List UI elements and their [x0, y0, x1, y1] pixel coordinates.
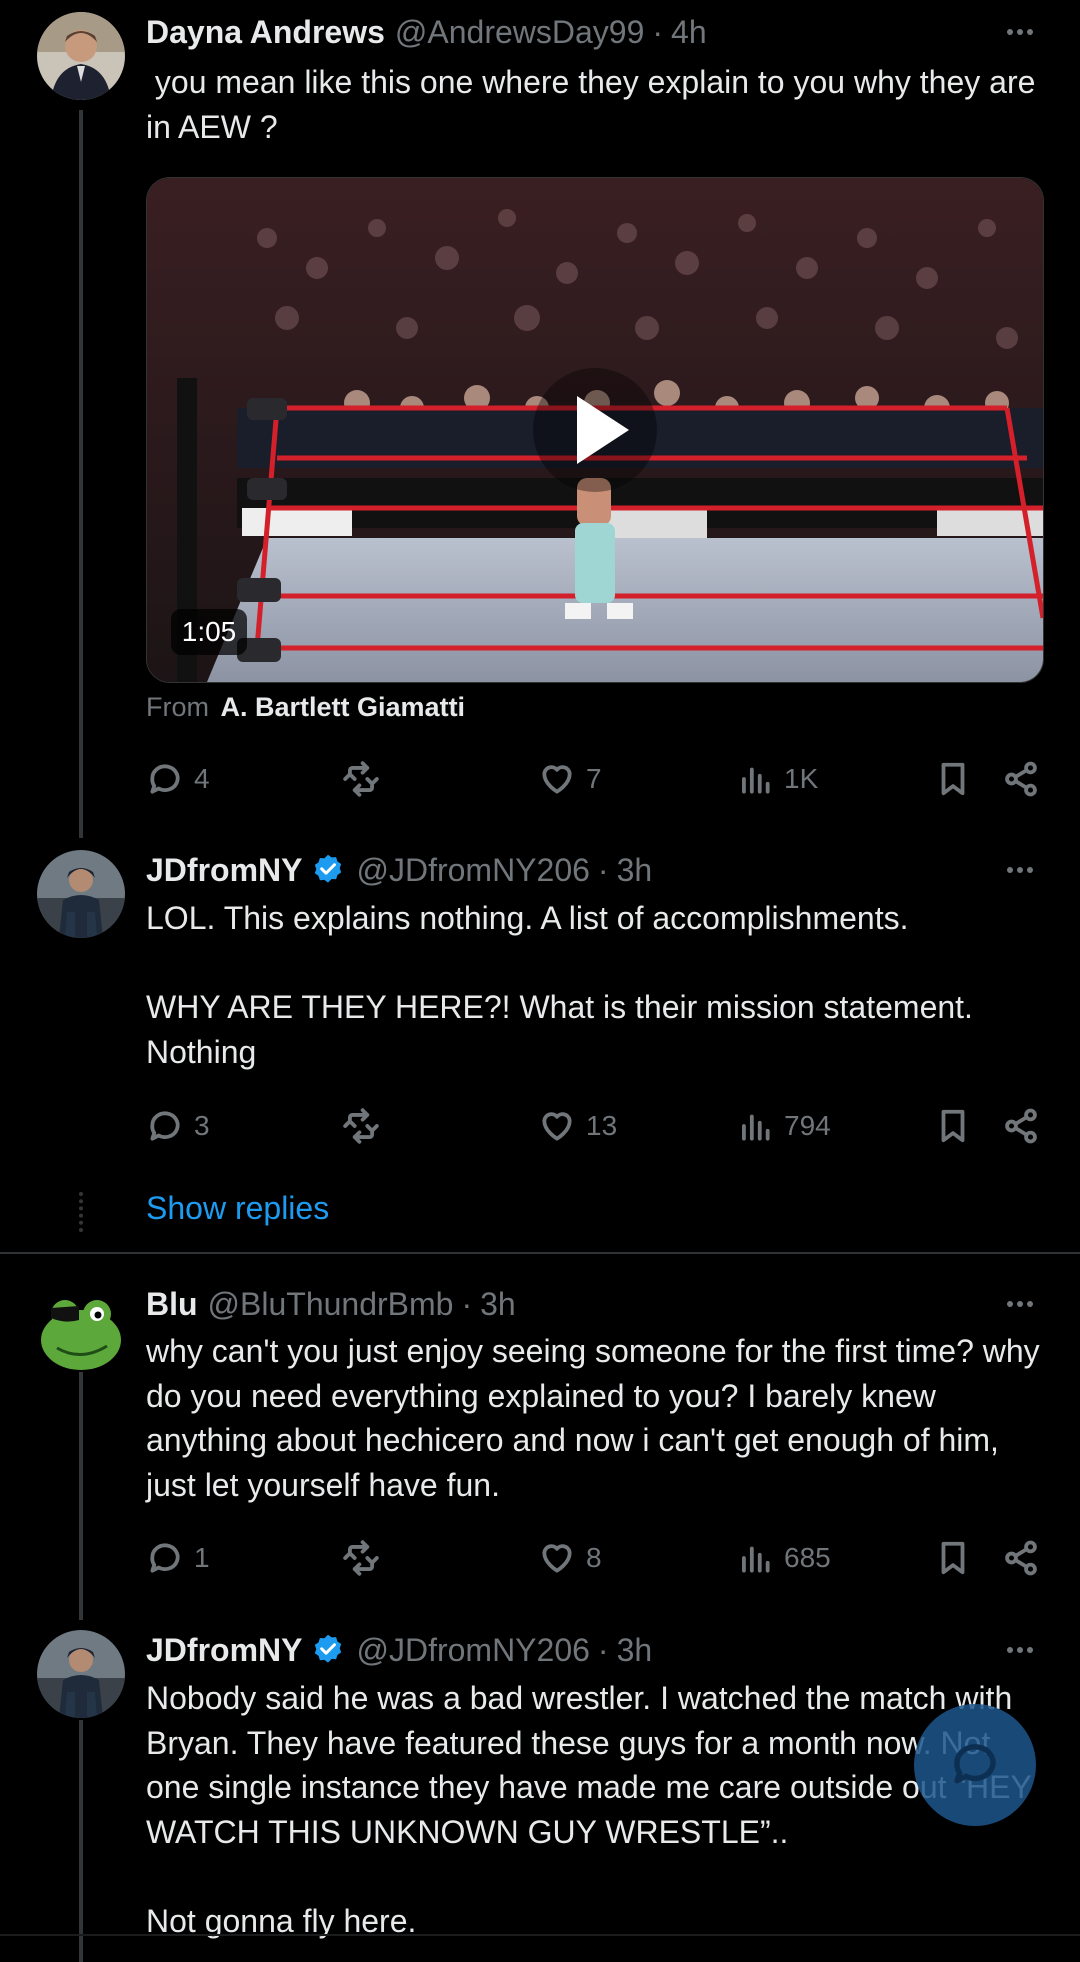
- more-options-button[interactable]: [1000, 850, 1040, 890]
- bookmark-icon: [941, 1541, 965, 1575]
- display-name[interactable]: JDfromNY: [146, 1632, 302, 1669]
- thread-line: [79, 110, 83, 838]
- timestamp[interactable]: 3h: [480, 1286, 516, 1323]
- separator-dot: ·: [597, 1631, 609, 1668]
- retweet-icon: [343, 761, 379, 797]
- like-button[interactable]: 8: [538, 1533, 602, 1583]
- avatar[interactable]: [37, 1284, 125, 1372]
- timestamp[interactable]: 3h: [617, 852, 653, 889]
- avatar[interactable]: [37, 1630, 125, 1718]
- reply-icon: [150, 1543, 180, 1573]
- bottom-divider: [0, 1934, 1080, 1936]
- retweet-button[interactable]: [342, 754, 380, 804]
- bookmark-button[interactable]: [934, 1101, 972, 1151]
- share-button[interactable]: [1002, 1533, 1040, 1583]
- video-thumbnail: [147, 178, 1043, 682]
- avatar[interactable]: [37, 12, 125, 100]
- video-duration: 1:05: [171, 609, 247, 655]
- tweet-text: LOL. This explains nothing. A list of ac…: [146, 900, 973, 1070]
- retweet-icon: [343, 1540, 379, 1576]
- tweet-actions: 1 8 685: [146, 1533, 1046, 1583]
- from-label: From: [146, 692, 209, 722]
- tweet-header: JDfromNY @JDfromNY206 · 3h: [146, 1630, 652, 1670]
- bookmark-button[interactable]: [934, 754, 972, 804]
- tweet-header: Dayna Andrews @AndrewsDay99 · 4h: [146, 12, 707, 52]
- bookmark-icon: [941, 762, 965, 796]
- retweet-icon: [343, 1108, 379, 1144]
- heart-icon: [542, 1544, 572, 1573]
- analytics-icon: [742, 1114, 770, 1141]
- avatar[interactable]: [37, 850, 125, 938]
- verified-badge-icon[interactable]: [310, 852, 346, 888]
- tweet-header: Blu @BluThundrBmb · 3h: [146, 1284, 516, 1324]
- user-handle[interactable]: @BluThundrBmb: [208, 1286, 454, 1323]
- attribution-source[interactable]: A. Bartlett Giamatti: [221, 692, 466, 722]
- reply-button[interactable]: 4: [146, 754, 210, 804]
- show-replies-link[interactable]: Show replies: [146, 1190, 329, 1227]
- tweet-actions: 4 7 1K: [146, 754, 1046, 804]
- display-name[interactable]: Blu: [146, 1286, 198, 1323]
- timestamp[interactable]: 3h: [617, 1632, 653, 1669]
- heart-icon: [542, 1112, 572, 1141]
- tweet-actions: 3 13 794: [146, 1101, 1046, 1151]
- thread-line-dotted: [79, 1192, 87, 1232]
- heart-icon: [542, 765, 572, 794]
- display-name[interactable]: JDfromNY: [146, 852, 302, 889]
- tweet-header: JDfromNY @JDfromNY206 · 3h: [146, 850, 652, 890]
- more-options-button[interactable]: [1000, 1630, 1040, 1670]
- share-button[interactable]: [1002, 754, 1040, 804]
- share-icon: [1005, 761, 1037, 797]
- reply-button[interactable]: 1: [146, 1533, 210, 1583]
- thread-line: [79, 1342, 83, 1620]
- like-button[interactable]: 7: [538, 754, 602, 804]
- bookmark-button[interactable]: [934, 1533, 972, 1583]
- video-player[interactable]: 1:05: [146, 177, 1044, 683]
- reply-button[interactable]: 3: [146, 1101, 210, 1151]
- more-options-button[interactable]: [1000, 12, 1040, 52]
- timestamp[interactable]: 4h: [671, 14, 707, 51]
- retweet-button[interactable]: [342, 1533, 380, 1583]
- views-button[interactable]: 1K: [736, 754, 818, 804]
- like-button[interactable]: 13: [538, 1101, 617, 1151]
- share-button[interactable]: [1002, 1101, 1040, 1151]
- analytics-icon: [742, 1546, 770, 1573]
- user-handle[interactable]: @JDfromNY206: [356, 852, 589, 889]
- retweet-button[interactable]: [342, 1101, 380, 1151]
- separator-dot: ·: [652, 13, 664, 50]
- views-button[interactable]: 685: [736, 1533, 831, 1583]
- share-icon: [1005, 1540, 1037, 1576]
- compose-reply-button[interactable]: [914, 1704, 1036, 1826]
- bookmark-icon: [941, 1109, 965, 1143]
- analytics-icon: [742, 767, 770, 794]
- reply-icon: [150, 1111, 180, 1141]
- user-handle[interactable]: @JDfromNY206: [356, 1632, 589, 1669]
- tweet-text: why can't you just enjoy seeing someone …: [146, 1333, 1049, 1503]
- user-handle[interactable]: @AndrewsDay99: [395, 14, 644, 51]
- more-options-button[interactable]: [1000, 1284, 1040, 1324]
- reply-bubble-icon: [954, 1744, 996, 1784]
- share-icon: [1005, 1108, 1037, 1144]
- reply-icon: [150, 764, 180, 794]
- tweet-text: you mean like this one where they explai…: [146, 64, 1045, 145]
- views-button[interactable]: 794: [736, 1101, 831, 1151]
- section-divider: [0, 1252, 1080, 1254]
- display-name[interactable]: Dayna Andrews: [146, 14, 385, 51]
- tweet-text: Nobody said he was a bad wrestler. I wat…: [146, 1680, 1031, 1939]
- verified-badge-icon[interactable]: [310, 1632, 346, 1668]
- separator-dot: ·: [597, 851, 609, 888]
- thread-line: [79, 1720, 83, 1962]
- separator-dot: ·: [461, 1285, 473, 1322]
- video-attribution: From A. Bartlett Giamatti: [146, 692, 465, 723]
